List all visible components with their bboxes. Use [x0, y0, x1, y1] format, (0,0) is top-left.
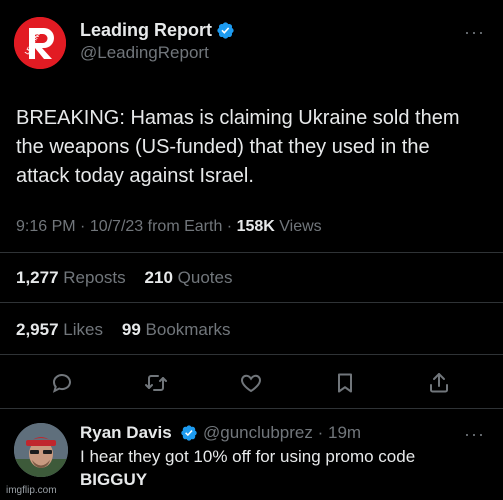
author-handle[interactable]: @LeadingReport — [80, 43, 209, 63]
views-label: Views — [274, 218, 322, 235]
reply-more-options-icon[interactable]: ··· — [464, 424, 485, 445]
reposts-count: 1,277 — [16, 268, 59, 287]
reply-display-name[interactable]: Ryan Davis — [80, 423, 172, 443]
more-options-icon[interactable]: ··· — [464, 22, 485, 43]
leading-report-logo-icon: LEADING — [14, 17, 66, 69]
quotes-stat[interactable]: 210 Quotes — [145, 268, 233, 287]
reposts-stat[interactable]: 1,277 Reposts — [16, 268, 126, 287]
quotes-count: 210 — [144, 268, 173, 287]
tweet-meta: 9:16 PM · 10/7/23 from Earth · 158K View… — [16, 218, 322, 236]
likes-bookmarks-row: 2,957 Likes 99 Bookmarks — [16, 320, 231, 340]
quotes-label: Quotes — [172, 268, 233, 287]
bookmarks-label: Bookmarks — [140, 320, 231, 339]
reply-text: I hear they got 10% off for using promo … — [80, 445, 480, 491]
reply-avatar-photo — [14, 423, 68, 477]
tweet-date[interactable]: 10/7/23 — [90, 218, 143, 235]
repost-icon[interactable] — [144, 371, 168, 395]
author-avatar[interactable]: LEADING — [14, 17, 66, 69]
tweet-source: from Earth — [143, 218, 223, 235]
reply-promo-code: BIGGUY — [80, 470, 148, 489]
likes-count: 2,957 — [16, 320, 59, 339]
divider — [0, 252, 503, 253]
bookmark-icon[interactable] — [333, 371, 357, 395]
views-count: 158K — [236, 218, 275, 235]
likes-stat[interactable]: 2,957 Likes — [16, 320, 103, 339]
verified-badge-icon — [216, 21, 235, 40]
divider — [0, 408, 503, 409]
tweet-text: BREAKING: Hamas is claiming Ukraine sold… — [16, 107, 460, 187]
reply-separator: · — [312, 423, 328, 442]
divider — [0, 302, 503, 303]
bookmarks-stat[interactable]: 99 Bookmarks — [122, 320, 231, 339]
bookmarks-count: 99 — [121, 320, 141, 339]
reply-handle[interactable]: @gunclubprez — [203, 423, 313, 442]
likes-label: Likes — [58, 320, 103, 339]
divider — [0, 354, 503, 355]
verified-badge-icon — [180, 424, 198, 442]
meta-separator: · — [75, 218, 90, 235]
tweet-time[interactable]: 9:16 PM — [16, 218, 76, 235]
reply-age[interactable]: 19m — [328, 423, 361, 442]
reposts-label: Reposts — [58, 268, 126, 287]
watermark: imgflip.com — [6, 485, 57, 496]
share-icon[interactable] — [427, 371, 451, 395]
meta-separator: · — [222, 218, 237, 235]
like-icon[interactable] — [239, 371, 263, 395]
reply-icon[interactable] — [50, 371, 74, 395]
reposts-quotes-row: 1,277 Reposts 210 Quotes — [16, 268, 232, 288]
reply-text-line: I hear they got 10% off for using promo … — [80, 447, 416, 466]
reply-handle-line: @gunclubprez · 19m — [203, 423, 361, 443]
reply-avatar[interactable] — [14, 423, 68, 477]
author-display-name[interactable]: Leading Report — [80, 20, 212, 41]
